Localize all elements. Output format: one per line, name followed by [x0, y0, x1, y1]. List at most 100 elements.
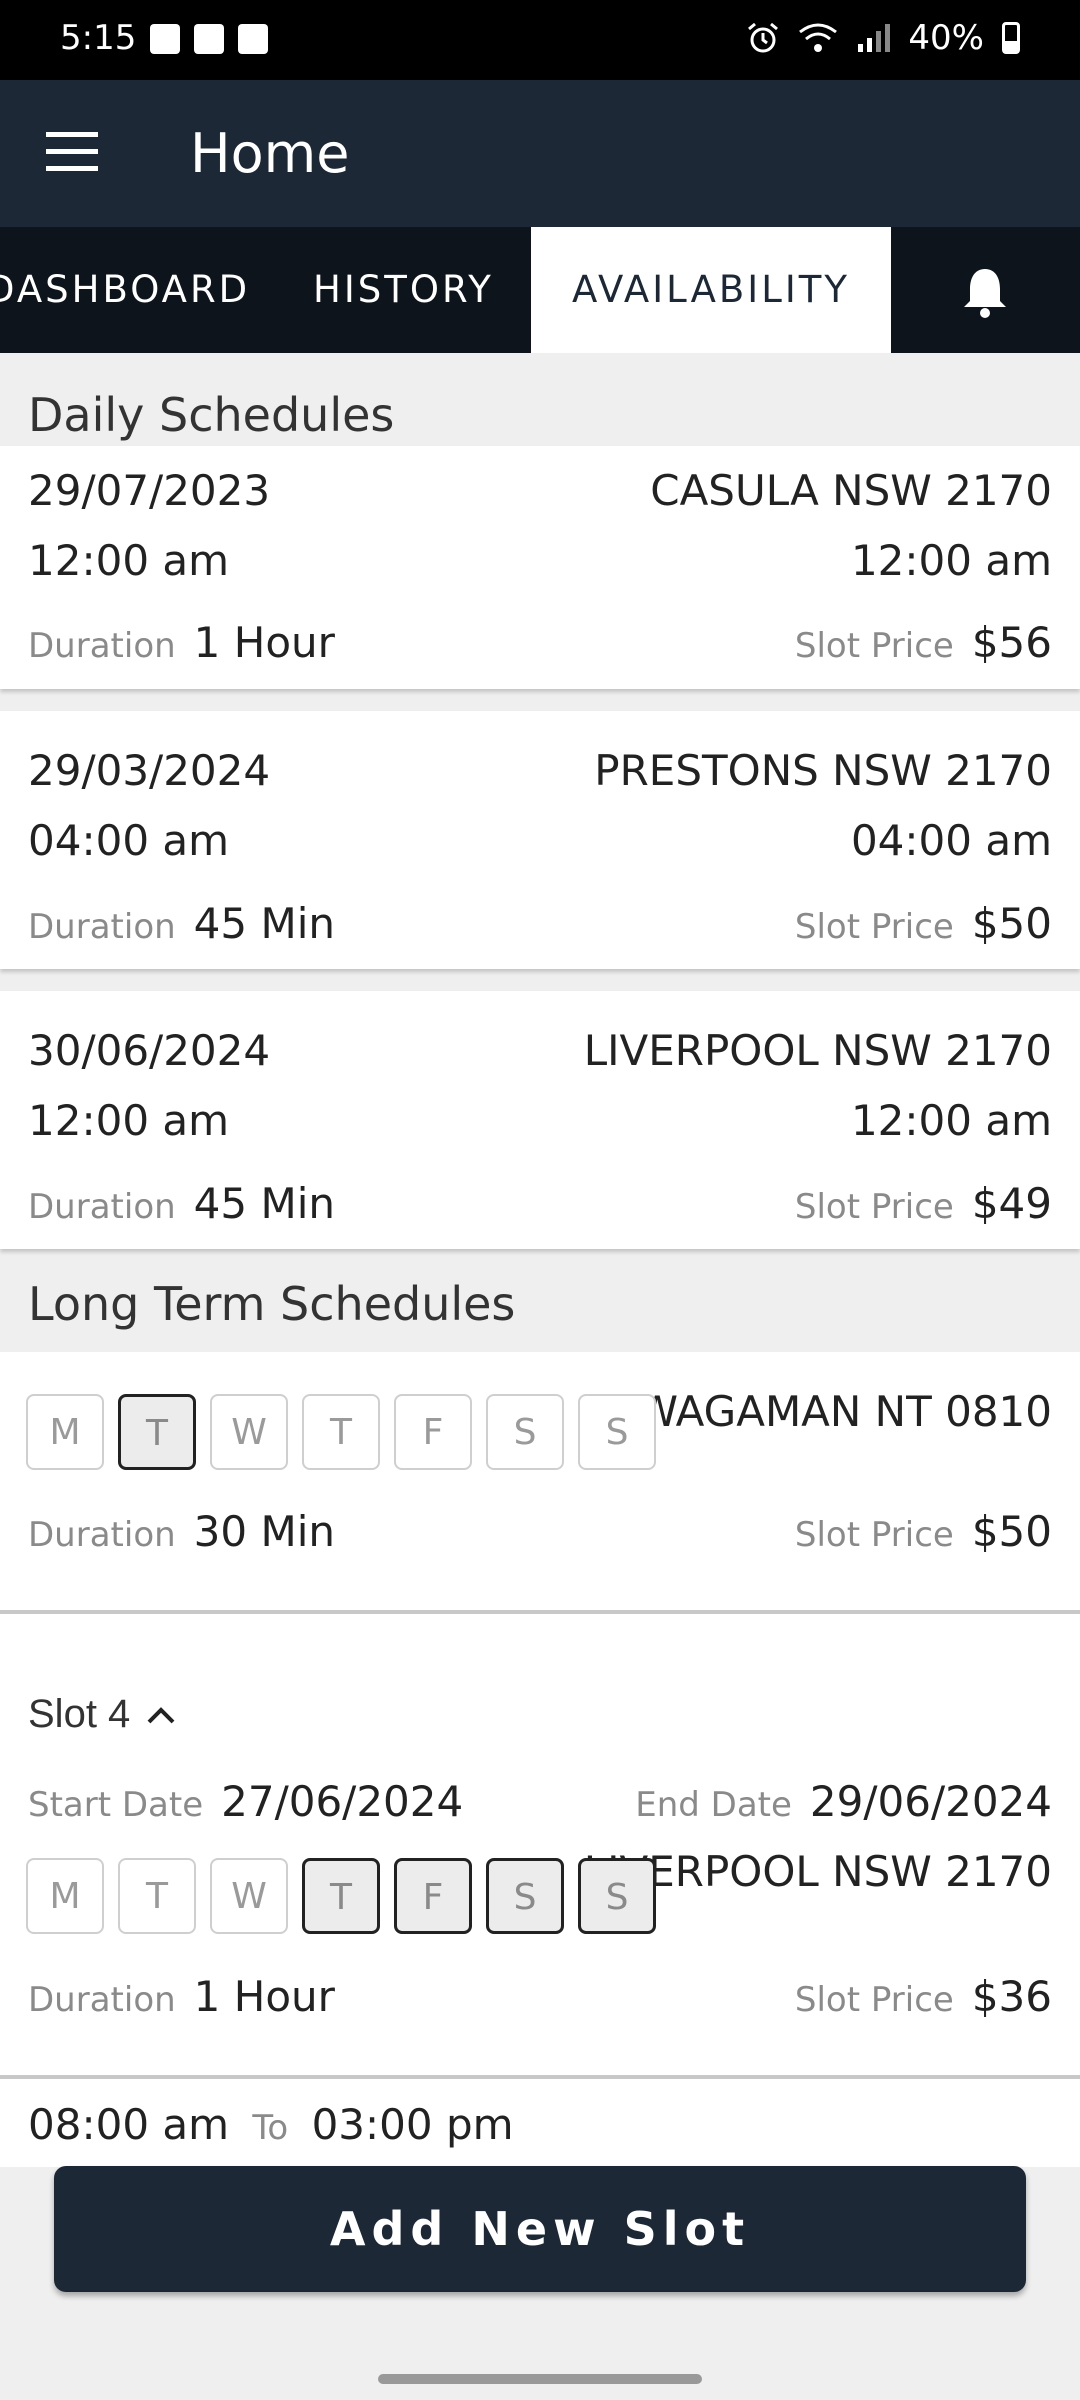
daily-slot-card[interactable]: 29/03/2024 PRESTONS NSW 2170 04:00 am 04…: [0, 711, 1080, 969]
slot-title: Slot 4: [28, 1692, 131, 1736]
duration-label: Duration: [28, 1187, 176, 1227]
day-chip-mon[interactable]: M: [26, 1858, 104, 1934]
duration-value: 1 Hour: [193, 1972, 335, 2021]
end-date-label: End Date: [635, 1785, 792, 1825]
time-to: 03:00 pm: [311, 2100, 514, 2149]
weekday-selector: M T W T F S S: [26, 1858, 656, 1934]
slot-date: 30/06/2024: [28, 1026, 271, 1075]
bell-icon[interactable]: [960, 265, 1010, 319]
price-value: $50: [971, 899, 1052, 948]
time-from: 08:00 am: [28, 2100, 230, 2149]
tab-dashboard[interactable]: DASHBOARD: [0, 227, 250, 353]
duration-label: Duration: [28, 1980, 176, 2020]
day-chip-fri[interactable]: F: [394, 1394, 472, 1470]
alarm-icon: [748, 22, 779, 53]
price-label: Slot Price: [794, 907, 954, 947]
day-chip-tue[interactable]: T: [118, 1394, 196, 1470]
slot-end-time: 12:00 am: [850, 536, 1052, 585]
duration-value: 30 Min: [193, 1507, 335, 1556]
start-date-label: Start Date: [28, 1785, 204, 1825]
page-title: Home: [190, 122, 350, 185]
slot-price: Slot Price $49: [795, 1179, 1052, 1228]
end-date: End Date 29/06/2024: [635, 1777, 1052, 1826]
duration-label: Duration: [28, 626, 176, 666]
notification-icons: [150, 24, 268, 54]
day-chip-sun[interactable]: S: [578, 1858, 656, 1934]
price-value: $36: [971, 1972, 1052, 2021]
day-chip-fri[interactable]: F: [394, 1858, 472, 1934]
time-range: 08:00 am To 03:00 pm: [28, 2100, 514, 2149]
end-date-value: 29/06/2024: [809, 1777, 1052, 1826]
status-bar: 5:15 40%: [0, 0, 1080, 80]
long-term-schedules-title: Long Term Schedules: [28, 1277, 516, 1331]
day-chip-sat[interactable]: S: [486, 1394, 564, 1470]
slot-header[interactable]: Slot 4: [28, 1692, 176, 1737]
status-time: 5:15: [60, 18, 137, 58]
home-indicator[interactable]: [378, 2374, 702, 2384]
daily-schedules-title: Daily Schedules: [28, 388, 395, 442]
duration-label: Duration: [28, 907, 176, 947]
day-chip-thu[interactable]: T: [302, 1858, 380, 1934]
duration-value: 45 Min: [193, 1179, 335, 1228]
signal-icon: [858, 24, 891, 52]
start-date-value: 27/06/2024: [221, 1777, 464, 1826]
slot-duration: Duration 1 Hour: [28, 618, 335, 667]
slot-start-time: 04:00 am: [28, 816, 230, 865]
price-value: $50: [971, 1507, 1052, 1556]
slot-start-time: 12:00 am: [28, 536, 230, 585]
day-chip-thu[interactable]: T: [302, 1394, 380, 1470]
add-new-slot-button[interactable]: Add New Slot: [54, 2166, 1026, 2292]
slot-end-time: 12:00 am: [850, 1096, 1052, 1145]
price-value: $56: [971, 618, 1052, 667]
day-chip-wed[interactable]: W: [210, 1394, 288, 1470]
wifi-icon: [799, 23, 838, 52]
slot-end-time: 04:00 am: [850, 816, 1052, 865]
price-label: Slot Price: [794, 626, 954, 666]
tab-availability[interactable]: AVAILABILITY: [531, 227, 891, 353]
duration-value: 1 Hour: [193, 618, 335, 667]
tab-history[interactable]: HISTORY: [313, 227, 494, 353]
slot-date: 29/07/2023: [28, 466, 271, 515]
slot-duration: Duration 1 Hour: [28, 1972, 335, 2021]
slot-location: WAGAMAN NT 0810: [636, 1387, 1052, 1436]
battery-icon: [1002, 22, 1020, 54]
day-chip-wed[interactable]: W: [210, 1858, 288, 1934]
start-date: Start Date 27/06/2024: [28, 1777, 463, 1826]
slot-location: CASULA NSW 2170: [650, 466, 1052, 515]
slot-price: Slot Price $50: [795, 899, 1052, 948]
slot-price: Slot Price $50: [795, 1507, 1052, 1556]
divider: [0, 1610, 1080, 1614]
slot-duration: Duration 30 Min: [28, 1507, 335, 1556]
slot-price: Slot Price $56: [795, 618, 1052, 667]
slot-start-time: 12:00 am: [28, 1096, 230, 1145]
slot-date: 29/03/2024: [28, 746, 271, 795]
to-label: To: [252, 2108, 289, 2148]
day-chip-tue[interactable]: T: [118, 1858, 196, 1934]
daily-slot-card[interactable]: 30/06/2024 LIVERPOOL NSW 2170 12:00 am 1…: [0, 991, 1080, 1249]
slot-location: PRESTONS NSW 2170: [594, 746, 1052, 795]
daily-slot-card[interactable]: 29/07/2023 CASULA NSW 2170 12:00 am 12:0…: [0, 446, 1080, 689]
app-bar: Home: [0, 80, 1080, 227]
slot-location: LIVERPOOL NSW 2170: [583, 1026, 1052, 1075]
duration-label: Duration: [28, 1515, 176, 1555]
gallery-icon: [150, 24, 180, 54]
day-chip-sun[interactable]: S: [578, 1394, 656, 1470]
chevron-up-icon[interactable]: [146, 1704, 176, 1726]
slot-price: Slot Price $36: [795, 1972, 1052, 2021]
checkbox-icon: [238, 24, 268, 54]
day-chip-sat[interactable]: S: [486, 1858, 564, 1934]
home-icon: [194, 24, 224, 54]
slot-duration: Duration 45 Min: [28, 1179, 335, 1228]
price-label: Slot Price: [794, 1980, 954, 2020]
price-label: Slot Price: [794, 1187, 954, 1227]
tab-bar: DASHBOARD HISTORY AVAILABILITY: [0, 227, 1080, 353]
duration-value: 45 Min: [193, 899, 335, 948]
divider: [0, 2075, 1080, 2079]
price-label: Slot Price: [794, 1515, 954, 1555]
slot-duration: Duration 45 Min: [28, 899, 335, 948]
price-value: $49: [971, 1179, 1052, 1228]
battery-percent: 40%: [908, 18, 984, 58]
menu-icon[interactable]: [46, 132, 98, 172]
day-chip-mon[interactable]: M: [26, 1394, 104, 1470]
long-term-list[interactable]: WAGAMAN NT 0810 M T W T F S S Duration 30…: [0, 1352, 1080, 2167]
